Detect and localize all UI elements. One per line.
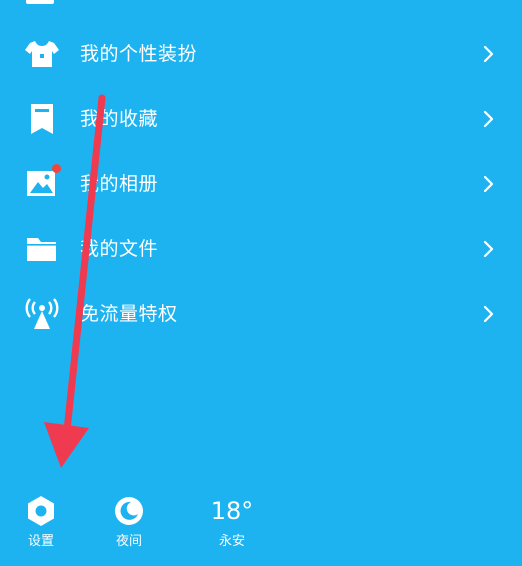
menu-item-favorites[interactable]: 我的收藏 [0,87,522,152]
menu-item-label: 免流量特权 [80,303,178,325]
menu-item-files[interactable]: 我的文件 [0,217,522,282]
new-photo-badge [52,164,61,173]
settings-label: 设置 [27,534,54,549]
folder-icon [27,238,56,261]
night-mode-label: 夜间 [115,534,142,549]
bookmark-icon [31,104,53,134]
menu-item-label: 我的个性装扮 [80,43,198,65]
chevron-right-icon [483,45,494,63]
chevron-right-icon [483,110,494,128]
settings-button[interactable]: 设置 [11,490,71,556]
menu-item-personal-dressup[interactable]: 我的个性装扮 [0,22,522,87]
chevron-right-icon [483,175,494,193]
weather-widget[interactable]: 18° 永安 [202,490,262,556]
moon-icon [115,497,143,525]
drawer-menu: 我的个性装扮 我的收藏 我的相册 我的文件 免流量特权 [0,22,522,347]
chevron-right-icon [483,240,494,258]
menu-item-label: 我的文件 [80,238,159,260]
shirt-icon [25,41,59,67]
drawer-bottom-bar: 设置 夜间 18° 永安 [0,490,522,560]
partial-menu-icon-top [26,0,54,4]
menu-item-label: 我的收藏 [80,108,159,130]
temperature-value: 18° [210,497,254,525]
menu-item-label: 我的相册 [80,173,159,195]
signal-tower-icon [25,298,59,329]
settings-gear-icon [28,496,54,526]
city-label: 永安 [218,534,245,549]
menu-item-album[interactable]: 我的相册 [0,152,522,217]
menu-item-free-data[interactable]: 免流量特权 [0,282,522,347]
chevron-right-icon [483,305,494,323]
night-mode-button[interactable]: 夜间 [99,490,159,556]
